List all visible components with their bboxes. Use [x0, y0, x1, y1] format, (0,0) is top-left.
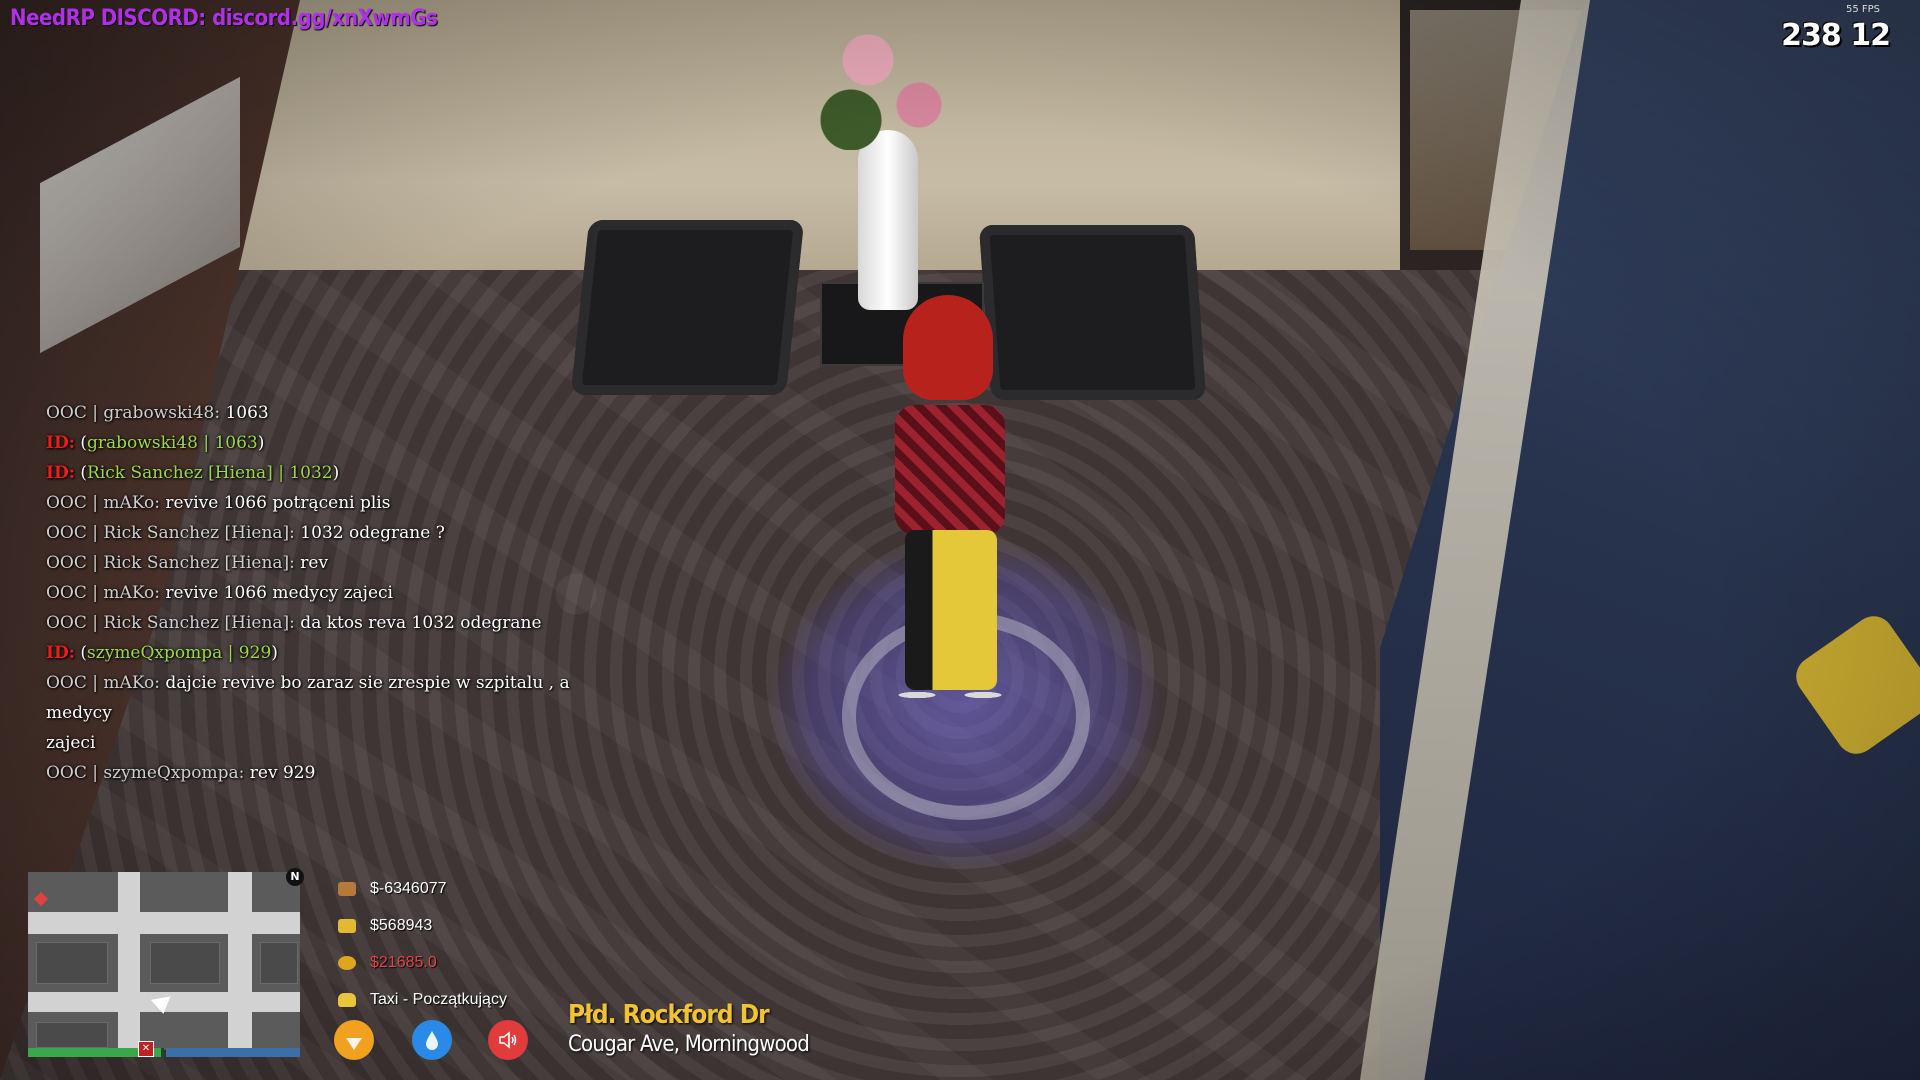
money-bag-icon — [338, 955, 356, 970]
player-shoes — [895, 680, 1005, 710]
chat-id-tag: ID: — [46, 433, 75, 453]
minimap-road — [228, 872, 252, 1050]
card-balance-row: $568943 — [338, 907, 507, 944]
chat-text: rev — [294, 553, 329, 573]
player-legs — [905, 530, 997, 690]
chat-line: OOC | mAKo: dajcie revive bo zaraz sie z… — [46, 668, 626, 728]
chat-text: rev 929 — [244, 763, 316, 783]
chat-text: ( — [74, 433, 88, 453]
chat-line: OOC | Rick Sanchez [Hiena]: 1032 odegran… — [46, 518, 626, 548]
minimap-player-arrow-icon — [150, 996, 174, 1016]
chat-text: ) — [257, 433, 265, 453]
job-label: Taxi - Początkujący — [370, 990, 507, 1008]
player-character — [895, 295, 1015, 715]
chat-line: OOC | szymeQxpompa: rev 929 — [46, 758, 626, 788]
chat-prefix: OOC | mAKo: — [46, 673, 161, 693]
chat-prefix: OOC | Rick Sanchez [Hiena]: — [46, 523, 295, 543]
voice-button[interactable] — [488, 1020, 528, 1060]
chat-player-name: szymeQxpompa | 929 — [87, 643, 272, 663]
player-torso — [895, 405, 1005, 535]
chat-text: ) — [332, 463, 340, 483]
chat-text: zajeci — [46, 733, 96, 753]
chat-line: OOC | Rick Sanchez [Hiena]: rev — [46, 548, 626, 578]
chat-line: zajeci — [46, 728, 626, 758]
money-panel: $-6346077 $568943 $21685.0 Taxi - Począt… — [338, 870, 507, 1018]
chat-line: OOC | Rick Sanchez [Hiena]: da ktos reva… — [46, 608, 626, 638]
card-icon — [338, 918, 356, 933]
chat-line: OOC | mAKo: revive 1066 medycy zajeci — [46, 578, 626, 608]
dirty-money: $21685.0 — [370, 953, 437, 971]
minimap — [28, 872, 300, 1050]
chat-log: OOC | grabowski48: 1063 ID: (grabowski48… — [46, 398, 626, 788]
chat-text: ) — [271, 643, 278, 663]
dirty-money-row: $21685.0 — [338, 944, 507, 981]
armor-bar — [166, 1048, 300, 1057]
chat-text: 1063 — [220, 403, 269, 423]
chat-prefix: OOC | grabowski48: — [46, 403, 221, 423]
water-icon — [426, 1031, 438, 1050]
taxi-icon — [338, 992, 356, 1007]
north-indicator: N — [286, 868, 304, 886]
chat-player-name: grabowski48 | 1063 — [87, 433, 258, 453]
minimap-building — [260, 942, 298, 984]
speaker-icon — [499, 1031, 517, 1049]
area-name: Cougar Ave, Morningwood — [568, 1032, 810, 1057]
food-icon — [346, 1038, 362, 1050]
bank-balance: $-6346077 — [370, 879, 447, 897]
chat-text: da ktos reva 1032 odegrane — [294, 613, 542, 633]
minimap-building — [150, 942, 220, 984]
chat-id-tag: ID: — [46, 643, 75, 663]
minimap-building — [36, 942, 108, 984]
chat-line: ID: (grabowski48 | 1063) — [46, 428, 626, 458]
street-name: Płd. Rockford Dr — [568, 1000, 770, 1030]
chat-line: OOC | grabowski48: 1063 — [46, 398, 626, 428]
chat-prefix: OOC | Rick Sanchez [Hiena]: — [46, 553, 295, 573]
chat-text: 1032 odegrane ? — [294, 523, 445, 543]
fps-counter: 55 FPS — [1845, 4, 1880, 15]
minimap-road — [118, 872, 140, 1050]
bag-icon — [338, 881, 356, 896]
hunger-status — [334, 1020, 374, 1060]
chat-text: ( — [74, 463, 88, 483]
chat-text: revive 1066 potrąceni plis — [160, 493, 391, 513]
chat-prefix: OOC | mAKo: — [46, 493, 161, 513]
armchair-left — [570, 220, 805, 395]
job-row: Taxi - Początkujący — [338, 981, 507, 1018]
chat-line: ID: (Rick Sanchez [Hiena] | 1032) — [46, 458, 626, 488]
card-balance: $568943 — [370, 916, 433, 934]
discord-banner: NeedRP DISCORD: discord.gg/xnXwmGs — [10, 6, 438, 31]
clock: 238 12 — [1781, 18, 1891, 53]
thirst-status — [412, 1020, 452, 1060]
chat-line: OOC | mAKo: revive 1066 potrąceni plis — [46, 488, 626, 518]
chat-text: ( — [74, 643, 88, 663]
chat-line: ID: (szymeQxpompa | 929) — [46, 638, 626, 668]
chat-player-name: Rick Sanchez [Hiena] | 1032 — [87, 463, 333, 483]
vase — [858, 130, 918, 310]
bank-balance-row: $-6346077 — [338, 870, 507, 907]
chat-prefix: OOC | Rick Sanchez [Hiena]: — [46, 613, 295, 633]
chat-id-tag: ID: — [46, 463, 75, 483]
chat-prefix: OOC | szymeQxpompa: — [46, 763, 245, 783]
hunger-warning-icon: ✕ — [138, 1041, 154, 1057]
minimap-road — [28, 912, 300, 934]
player-hair — [903, 295, 993, 400]
flowers — [800, 0, 970, 150]
minimap-building — [36, 1022, 108, 1048]
chat-text: revive 1066 medycy zajeci — [160, 583, 393, 603]
chat-prefix: OOC | mAKo: — [46, 583, 161, 603]
